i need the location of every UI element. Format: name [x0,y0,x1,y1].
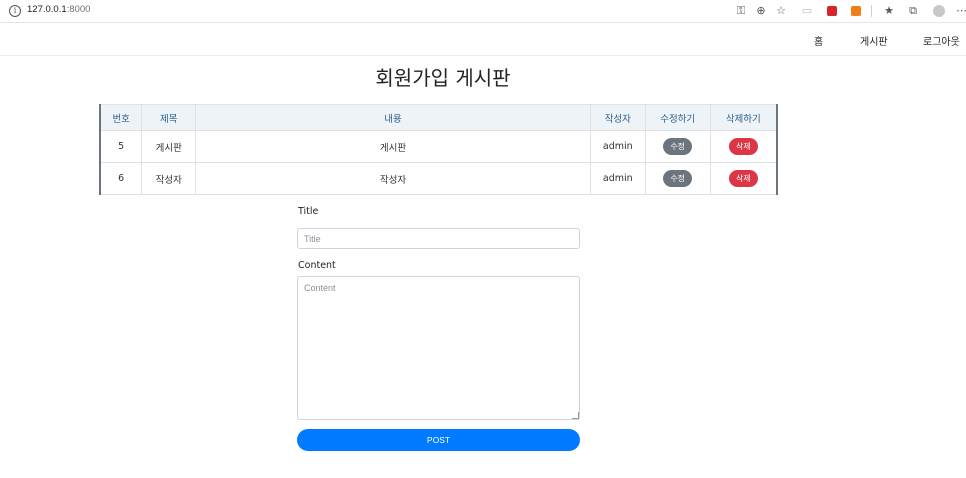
cell-number: 6 [100,162,143,195]
cell-edit: 수정 [645,162,711,195]
cell-author: admin [590,130,646,163]
resize-handle-icon[interactable] [572,412,579,419]
title-input[interactable] [297,228,580,249]
board-table: 번호 제목 내용 작성자 수정하기 삭제하기 5 게시판 게시판 admin 수… [99,104,778,195]
url-port: :8000 [66,4,91,15]
address-bar[interactable]: 127.0.0.1:8000 [27,4,90,15]
key-icon[interactable]: ⚿ [735,5,747,17]
cell-delete: 삭제 [710,130,777,163]
extension-icon[interactable]: ▭ [801,5,813,17]
page-title: 회원가입 게시판 [375,66,511,90]
post-button[interactable]: POST [297,429,580,451]
header-title: 제목 [141,104,197,131]
cell-title: 게시판 [141,130,197,163]
table-header-row: 번호 제목 내용 작성자 수정하기 삭제하기 [100,104,777,131]
table-row: 6 작성자 작성자 admin 수정 삭제 [100,162,777,195]
cell-content: 게시판 [195,130,591,163]
collections-icon[interactable]: ⧉ [907,5,919,17]
cell-delete: 삭제 [710,162,777,195]
cell-author: admin [590,162,646,195]
edit-button[interactable]: 수정 [663,138,693,155]
header-delete: 삭제하기 [710,104,777,131]
content-label: Content [298,260,336,271]
header-author: 작성자 [590,104,646,131]
header-content: 내용 [195,104,591,131]
content-textarea[interactable] [297,276,580,420]
zoom-icon[interactable]: ⊕ [755,5,767,17]
title-label: Title [298,206,319,217]
nav-logout-link[interactable]: 로그아웃 [923,33,960,48]
table-row: 5 게시판 게시판 admin 수정 삭제 [100,130,777,163]
nav-home-link[interactable]: 홈 [814,33,823,48]
browser-toolbar: i 127.0.0.1:8000 ⚿ ⊕ ☆ ▭ ★ ⧉ ⋯ [0,0,966,23]
favorites-icon[interactable]: ★ [883,5,895,17]
info-icon[interactable]: i [9,5,21,17]
toolbar-divider [871,5,872,17]
delete-button[interactable]: 삭제 [728,138,758,155]
more-icon[interactable]: ⋯ [956,5,966,17]
favorite-star-icon[interactable]: ☆ [775,5,787,17]
cell-title: 작성자 [141,162,197,195]
header-number: 번호 [100,104,143,131]
profile-icon[interactable] [933,5,945,17]
site-navbar: 홈 게시판 로그아웃 [0,23,966,56]
record-icon[interactable] [827,6,837,16]
header-edit: 수정하기 [645,104,711,131]
nav-board-link[interactable]: 게시판 [860,33,888,48]
cell-number: 5 [100,130,143,163]
delete-button[interactable]: 삭제 [728,170,758,187]
cell-edit: 수정 [645,130,711,163]
edit-button[interactable]: 수정 [663,170,693,187]
cell-content: 작성자 [195,162,591,195]
rss-icon[interactable] [851,6,861,16]
url-host: 127.0.0.1 [27,4,67,15]
